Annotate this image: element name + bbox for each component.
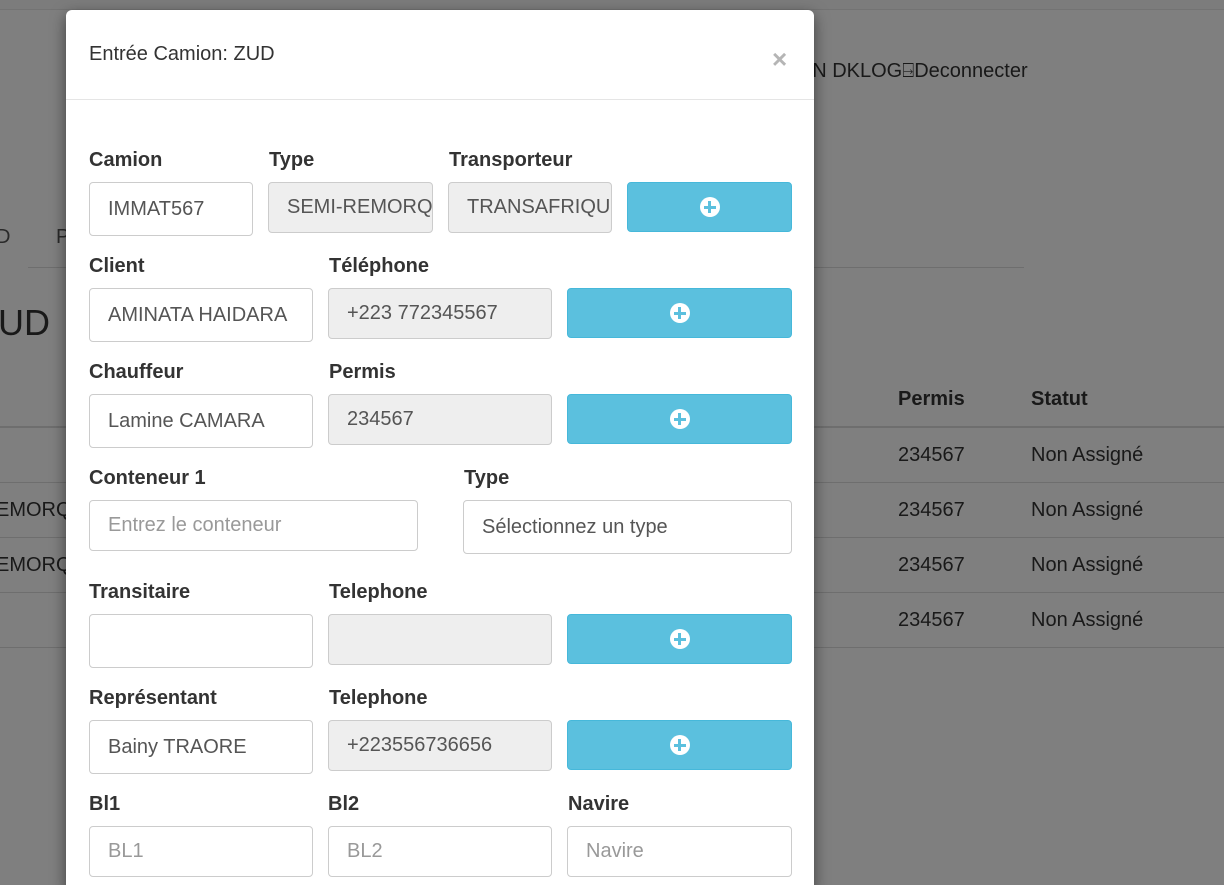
- chauffeur-label: Chauffeur: [89, 361, 184, 383]
- type-label: Type: [269, 149, 315, 171]
- add-representant-button[interactable]: [567, 720, 792, 770]
- conteneur1-input[interactable]: Entrez le conteneur: [89, 500, 418, 551]
- bl1-input[interactable]: BL1: [89, 826, 313, 877]
- add-chauffeur-button[interactable]: [567, 394, 792, 444]
- permis-label: Permis: [329, 361, 396, 383]
- representant-telephone-label: Telephone: [329, 687, 428, 709]
- permis-field: 234567: [328, 394, 552, 445]
- camion-input[interactable]: IMMAT567: [89, 182, 253, 236]
- add-client-button[interactable]: [567, 288, 792, 338]
- client-telephone-field: +223 772345567: [328, 288, 552, 339]
- add-transporteur-button[interactable]: [627, 182, 792, 232]
- transporteur-label: Transporteur: [449, 149, 573, 171]
- close-icon[interactable]: ×: [772, 46, 787, 72]
- client-input[interactable]: AMINATA HAIDARA: [89, 288, 313, 342]
- transitaire-label: Transitaire: [89, 581, 191, 603]
- client-telephone-label: Téléphone: [329, 255, 430, 277]
- transporteur-field: TRANSAFRIQUE: [448, 182, 612, 233]
- modal-header: Entrée Camion: ZUD ×: [66, 10, 814, 100]
- truck-type-field: SEMI-REMORQUE: [268, 182, 433, 233]
- plus-circle-icon: [669, 629, 690, 649]
- representant-input[interactable]: Bainy TRAORE: [89, 720, 313, 774]
- transitaire-input[interactable]: [89, 614, 313, 668]
- modal-title: Entrée Camion: ZUD: [89, 43, 275, 65]
- representant-telephone-field: +223556736656: [328, 720, 552, 771]
- bl2-label: Bl2: [328, 793, 360, 815]
- navire-input[interactable]: Navire: [567, 826, 792, 877]
- client-label: Client: [89, 255, 145, 277]
- conteneur-type-select[interactable]: Sélectionnez un type: [463, 500, 792, 554]
- chauffeur-input[interactable]: Lamine CAMARA: [89, 394, 313, 448]
- representant-label: Représentant: [89, 687, 217, 709]
- plus-circle-icon: [699, 197, 720, 217]
- bl2-input[interactable]: BL2: [328, 826, 552, 877]
- transitaire-telephone-field: [328, 614, 552, 665]
- conteneur1-label: Conteneur 1: [89, 467, 206, 489]
- transitaire-telephone-label: Telephone: [329, 581, 428, 603]
- plus-circle-icon: [669, 303, 690, 323]
- camion-label: Camion: [89, 149, 163, 171]
- conteneur-type-label: Type: [464, 467, 510, 489]
- truck-entry-modal: Entrée Camion: ZUD × Camion Type Transpo…: [66, 10, 814, 885]
- bl1-label: Bl1: [89, 793, 121, 815]
- add-transitaire-button[interactable]: [567, 614, 792, 664]
- navire-label: Navire: [568, 793, 630, 815]
- plus-circle-icon: [669, 735, 690, 755]
- plus-circle-icon: [669, 409, 690, 429]
